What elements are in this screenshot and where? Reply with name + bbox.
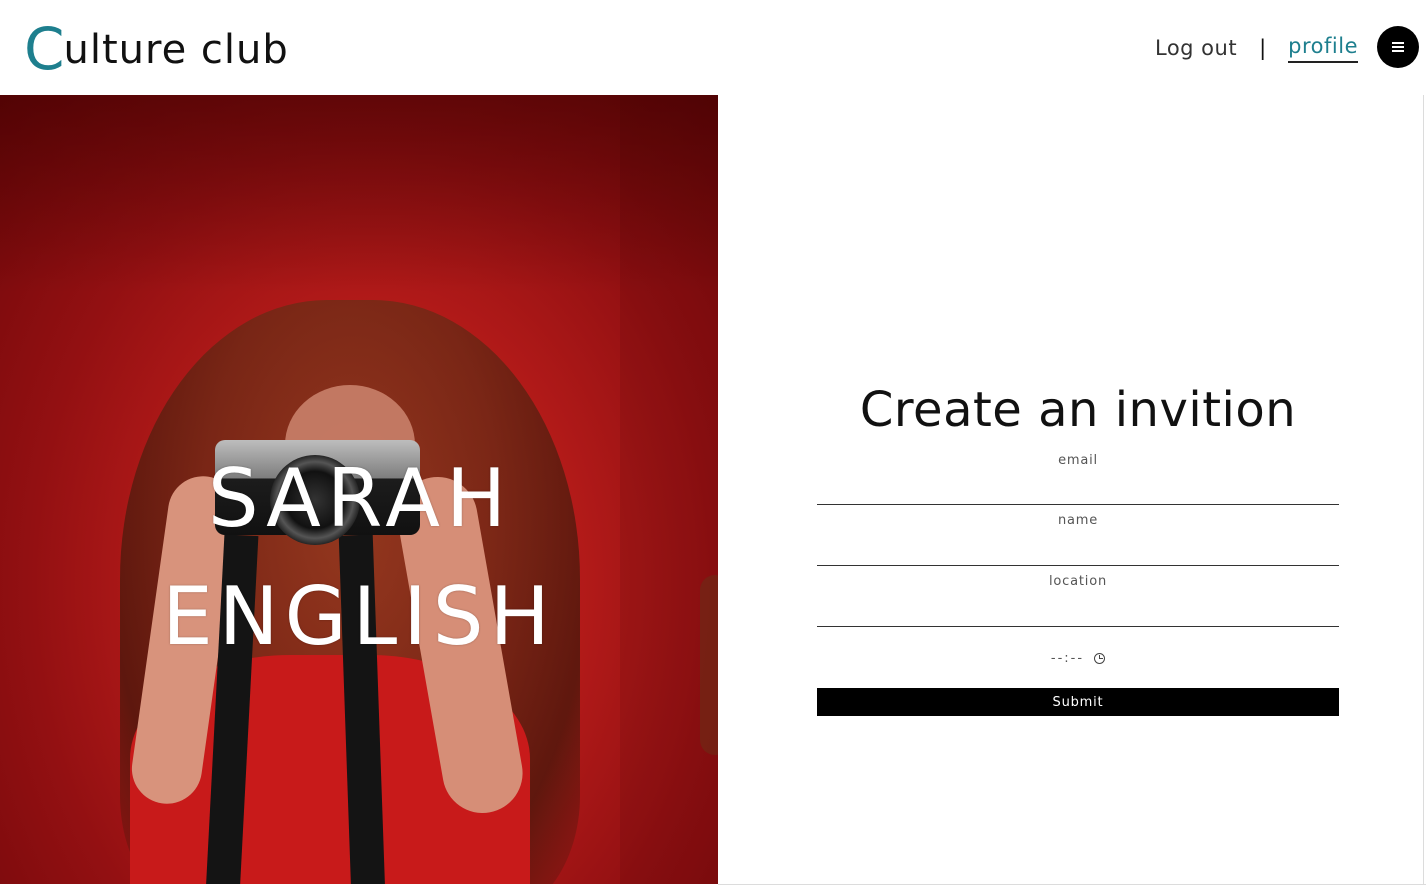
nav-separator: |	[1259, 36, 1267, 60]
top-nav: Log out | profile	[1155, 30, 1358, 66]
hero-last-name: ENGLISH	[162, 570, 556, 663]
invitation-form: Create an invition --:-- Submit	[817, 375, 1339, 716]
profile-link[interactable]: profile	[1288, 34, 1358, 63]
logo-initial: C	[24, 15, 64, 83]
right-divider	[1423, 95, 1424, 884]
clock-icon[interactable]	[1094, 652, 1106, 664]
location-field[interactable]	[817, 566, 1339, 626]
header: C ulture club Log out | profile	[0, 0, 1426, 95]
menu-button[interactable]	[1377, 26, 1419, 68]
name-field[interactable]	[817, 505, 1339, 565]
name-field-wrap	[817, 505, 1339, 566]
hero-name: SARAH ENGLISH	[0, 440, 718, 676]
site-logo[interactable]: C ulture club	[24, 18, 289, 78]
location-field-wrap	[817, 566, 1339, 627]
bottom-divider	[718, 884, 1426, 885]
hero-image: SARAH ENGLISH	[0, 95, 718, 884]
hamburger-icon	[1392, 42, 1404, 52]
logo-text: ulture club	[63, 27, 289, 73]
form-title: Create an invition	[859, 382, 1297, 438]
email-field-wrap	[817, 445, 1339, 505]
hero-first-name: SARAH	[207, 452, 513, 545]
email-field[interactable]	[817, 445, 1339, 505]
submit-button[interactable]: Submit	[817, 688, 1339, 716]
logout-link[interactable]: Log out	[1155, 36, 1237, 60]
time-input[interactable]: --:--	[817, 627, 1339, 689]
time-placeholder: --:--	[1050, 650, 1085, 666]
